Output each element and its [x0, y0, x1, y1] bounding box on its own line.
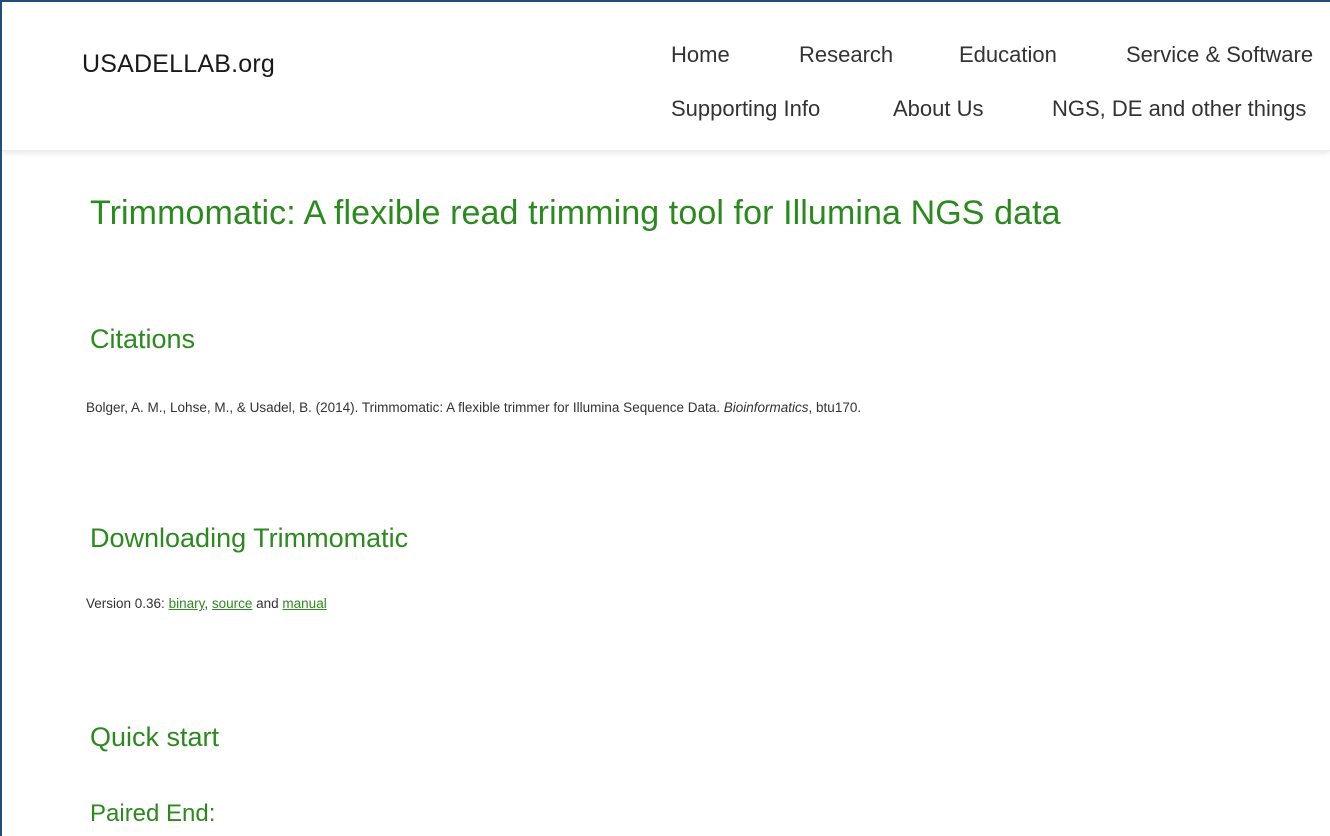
browser-frame: USADELLAB.org Home Research Education Se… [0, 0, 1330, 836]
nav-ngs-de[interactable]: NGS, DE and other things [1052, 96, 1306, 122]
citation-text-main: Bolger, A. M., Lohse, M., & Usadel, B. (… [86, 400, 724, 415]
source-link[interactable]: source [212, 596, 253, 611]
citation-text: Bolger, A. M., Lohse, M., & Usadel, B. (… [86, 400, 861, 415]
nav-service-software[interactable]: Service & Software [1126, 42, 1313, 68]
nav-home[interactable]: Home [671, 42, 730, 68]
version-label: Version 0.36: [86, 596, 169, 611]
paired-end-heading: Paired End: [90, 800, 216, 827]
site-header: USADELLAB.org Home Research Education Se… [2, 2, 1330, 151]
comma-separator: , [204, 596, 212, 611]
nav-research[interactable]: Research [799, 42, 893, 68]
quick-start-heading: Quick start [90, 722, 220, 752]
citation-text-end: , btu170. [808, 400, 862, 415]
site-logo[interactable]: USADELLAB.org [82, 50, 275, 79]
nav-education[interactable]: Education [959, 42, 1057, 68]
nav-supporting-info[interactable]: Supporting Info [671, 96, 820, 122]
page-title: Trimmomatic: A flexible read trimming to… [90, 194, 1061, 232]
downloading-heading: Downloading Trimmomatic [90, 523, 409, 553]
citations-heading: Citations [90, 324, 196, 354]
binary-link[interactable]: binary [169, 596, 205, 611]
manual-link[interactable]: manual [282, 596, 326, 611]
and-separator: and [252, 596, 283, 611]
main-content: Trimmomatic: A flexible read trimming to… [2, 152, 1330, 836]
version-line: Version 0.36: binary, source and manual [86, 596, 327, 611]
nav-about-us[interactable]: About Us [893, 96, 984, 122]
citation-journal: Bioinformatics [723, 400, 809, 415]
